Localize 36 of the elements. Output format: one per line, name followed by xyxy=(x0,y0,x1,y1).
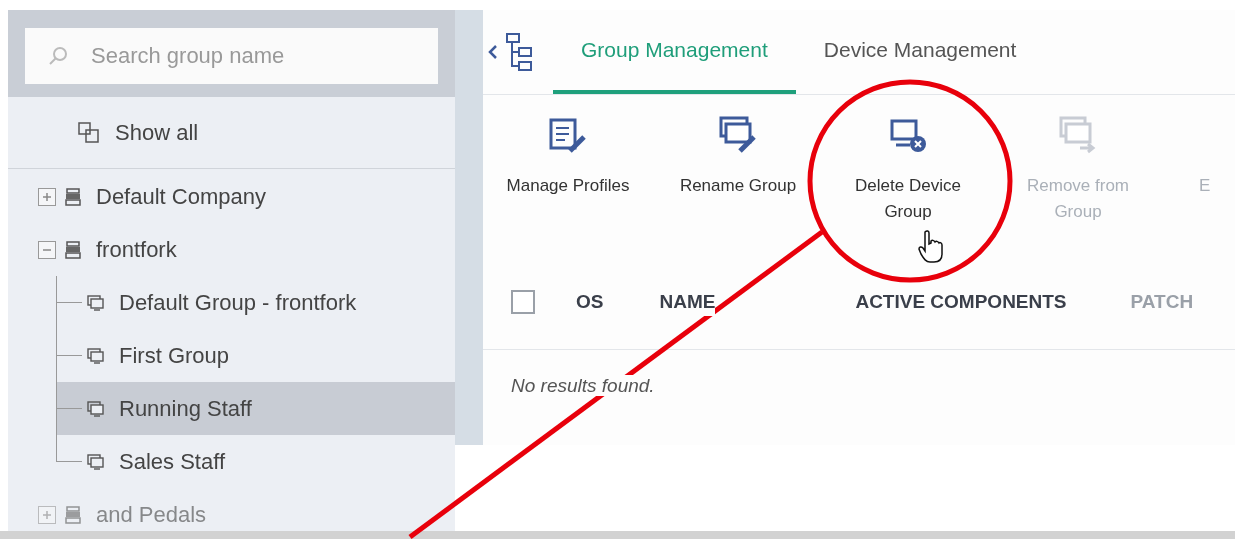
server-stack-icon xyxy=(64,240,82,259)
monitor-icon xyxy=(87,400,105,417)
expand-toggle[interactable] xyxy=(38,505,56,524)
monitor-icon xyxy=(87,347,105,364)
toolbar-button[interactable]: Manage Profiles xyxy=(483,115,653,245)
tab[interactable]: Device Management xyxy=(795,10,1045,94)
expand-toggle[interactable] xyxy=(38,187,56,206)
monitor-pencil-icon xyxy=(718,115,758,155)
monitor-icon xyxy=(87,294,105,311)
tree-item-label: First Group xyxy=(119,342,230,370)
tree-item-label: Default Group - frontfork xyxy=(119,289,357,317)
tree-item[interactable]: Running Staff xyxy=(56,382,455,435)
hand-cursor-icon xyxy=(918,230,944,264)
server-stack-icon xyxy=(64,187,82,206)
tree-structure-icon[interactable] xyxy=(505,32,533,72)
server-stack-icon xyxy=(64,505,82,524)
tree-item-label: Running Staff xyxy=(119,395,252,423)
collapse-toggle[interactable] xyxy=(38,240,56,259)
overlapping-squares-icon xyxy=(78,121,100,144)
toolbar-button[interactable]: Rename Group xyxy=(653,115,823,245)
chevron-left-icon[interactable] xyxy=(487,44,499,60)
plus-icon xyxy=(42,191,52,202)
tree-item[interactable]: Default Group - frontfork xyxy=(56,276,455,329)
empty-message: No results found. xyxy=(511,375,655,396)
select-all-checkbox[interactable] xyxy=(511,290,535,314)
plus-icon xyxy=(42,509,52,520)
tree-item-label: Default Company xyxy=(96,183,266,211)
search-field[interactable]: Search group name xyxy=(25,28,438,84)
tree-item-label: frontfork xyxy=(96,236,177,264)
tree-item-label: and Pedals xyxy=(96,501,207,529)
tree-item[interactable]: Sales Staff xyxy=(56,435,455,488)
monitor-arrow-icon xyxy=(1058,115,1098,155)
monitor-icon xyxy=(87,453,105,470)
tree-item[interactable]: frontfork xyxy=(24,223,455,276)
tree-item[interactable]: Default Company xyxy=(24,170,455,223)
tree-item-label: Sales Staff xyxy=(119,448,225,476)
